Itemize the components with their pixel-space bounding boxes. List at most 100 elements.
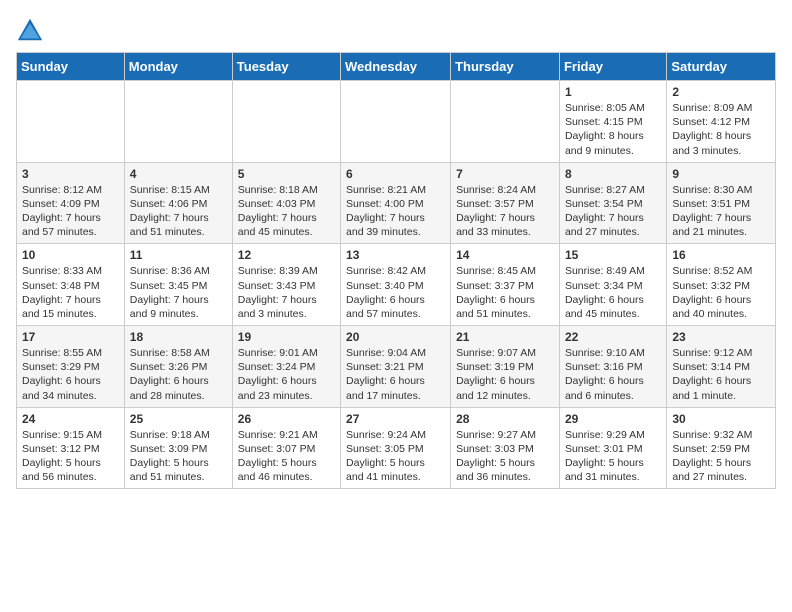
calendar-cell: 15Sunrise: 8:49 AM Sunset: 3:34 PM Dayli… [559, 244, 666, 326]
day-number: 21 [456, 330, 554, 344]
calendar-cell: 21 Sunrise: 9:07 AM Sunset: 3:19 PM Dayli… [451, 326, 560, 408]
calendar-cell: 7 Sunrise: 8:24 AM Sunset: 3:57 PM Daylig… [451, 162, 560, 244]
day-number: 9 [672, 167, 770, 181]
day-info: Sunrise: 8:55 AM Sunset: 3:29 PM Dayligh… [22, 346, 119, 403]
calendar-cell: 25Sunrise: 9:18 AM Sunset: 3:09 PM Dayli… [124, 407, 232, 489]
weekday-header-sunday: Sunday [17, 53, 125, 81]
day-info: Sunrise: 8:24 AM Sunset: 3:57 PM Dayligh… [456, 183, 554, 240]
day-info: Sunrise: 9:21 AM Sunset: 3:07 PM Dayligh… [238, 428, 335, 485]
calendar-cell [232, 81, 340, 163]
calendar-cell [451, 81, 560, 163]
calendar-cell: 23 Sunrise: 9:12 AM Sunset: 3:14 PM Dayli… [667, 326, 776, 408]
day-info: Sunrise: 8:18 AM Sunset: 4:03 PM Dayligh… [238, 183, 335, 240]
day-number: 28 [456, 412, 554, 426]
day-info: Sunrise: 8:27 AM Sunset: 3:54 PM Dayligh… [565, 183, 661, 240]
day-info: Sunrise: 8:33 AM Sunset: 3:48 PM Dayligh… [22, 264, 119, 321]
calendar-cell: 18 Sunrise: 8:58 AM Sunset: 3:26 PM Dayli… [124, 326, 232, 408]
day-info: Sunrise: 9:04 AM Sunset: 3:21 PM Dayligh… [346, 346, 445, 403]
calendar-cell [124, 81, 232, 163]
day-number: 4 [130, 167, 227, 181]
calendar-header-row: SundayMondayTuesdayWednesdayThursdayFrid… [17, 53, 776, 81]
calendar-cell: 3 Sunrise: 8:12 AM Sunset: 4:09 PM Daylig… [17, 162, 125, 244]
calendar-cell: 28Sunrise: 9:27 AM Sunset: 3:03 PM Dayli… [451, 407, 560, 489]
day-number: 20 [346, 330, 445, 344]
day-number: 10 [22, 248, 119, 262]
page-header [16, 16, 776, 44]
day-info: Sunrise: 9:29 AM Sunset: 3:01 PM Dayligh… [565, 428, 661, 485]
logo [16, 16, 48, 44]
day-info: Sunrise: 8:52 AM Sunset: 3:32 PM Dayligh… [672, 264, 770, 321]
day-info: Sunrise: 9:24 AM Sunset: 3:05 PM Dayligh… [346, 428, 445, 485]
day-info: Sunrise: 8:58 AM Sunset: 3:26 PM Dayligh… [130, 346, 227, 403]
day-info: Sunrise: 9:12 AM Sunset: 3:14 PM Dayligh… [672, 346, 770, 403]
day-info: Sunrise: 8:39 AM Sunset: 3:43 PM Dayligh… [238, 264, 335, 321]
calendar-cell: 2 Sunrise: 8:09 AM Sunset: 4:12 PM Daylig… [667, 81, 776, 163]
calendar-week-row: 3 Sunrise: 8:12 AM Sunset: 4:09 PM Daylig… [17, 162, 776, 244]
calendar-table: SundayMondayTuesdayWednesdayThursdayFrid… [16, 52, 776, 489]
day-number: 16 [672, 248, 770, 262]
calendar-week-row: 1 Sunrise: 8:05 AM Sunset: 4:15 PM Daylig… [17, 81, 776, 163]
day-number: 12 [238, 248, 335, 262]
day-number: 11 [130, 248, 227, 262]
day-number: 14 [456, 248, 554, 262]
calendar-cell: 12 Sunrise: 8:39 AM Sunset: 3:43 PM Dayli… [232, 244, 340, 326]
day-info: Sunrise: 8:36 AM Sunset: 3:45 PM Dayligh… [130, 264, 227, 321]
calendar-cell: 20 Sunrise: 9:04 AM Sunset: 3:21 PM Dayli… [341, 326, 451, 408]
calendar-week-row: 17 Sunrise: 8:55 AM Sunset: 3:29 PM Dayli… [17, 326, 776, 408]
day-info: Sunrise: 8:49 AM Sunset: 3:34 PM Dayligh… [565, 264, 661, 321]
calendar-cell: 30Sunrise: 9:32 AM Sunset: 2:59 PM Dayli… [667, 407, 776, 489]
day-number: 3 [22, 167, 119, 181]
day-number: 8 [565, 167, 661, 181]
calendar-cell: 10 Sunrise: 8:33 AM Sunset: 3:48 PM Dayli… [17, 244, 125, 326]
day-number: 29 [565, 412, 661, 426]
calendar-cell: 8 Sunrise: 8:27 AM Sunset: 3:54 PM Daylig… [559, 162, 666, 244]
day-info: Sunrise: 8:05 AM Sunset: 4:15 PM Dayligh… [565, 101, 661, 158]
calendar-cell: 5 Sunrise: 8:18 AM Sunset: 4:03 PM Daylig… [232, 162, 340, 244]
day-info: Sunrise: 8:45 AM Sunset: 3:37 PM Dayligh… [456, 264, 554, 321]
day-info: Sunrise: 8:15 AM Sunset: 4:06 PM Dayligh… [130, 183, 227, 240]
calendar-cell: 4 Sunrise: 8:15 AM Sunset: 4:06 PM Daylig… [124, 162, 232, 244]
day-info: Sunrise: 8:30 AM Sunset: 3:51 PM Dayligh… [672, 183, 770, 240]
calendar-week-row: 24Sunrise: 9:15 AM Sunset: 3:12 PM Dayli… [17, 407, 776, 489]
calendar-cell: 14 Sunrise: 8:45 AM Sunset: 3:37 PM Dayli… [451, 244, 560, 326]
day-number: 26 [238, 412, 335, 426]
calendar-week-row: 10 Sunrise: 8:33 AM Sunset: 3:48 PM Dayli… [17, 244, 776, 326]
weekday-header-thursday: Thursday [451, 53, 560, 81]
calendar-cell: 11 Sunrise: 8:36 AM Sunset: 3:45 PM Dayli… [124, 244, 232, 326]
calendar-cell: 26 Sunrise: 9:21 AM Sunset: 3:07 PM Dayli… [232, 407, 340, 489]
day-number: 19 [238, 330, 335, 344]
day-number: 7 [456, 167, 554, 181]
day-info: Sunrise: 9:01 AM Sunset: 3:24 PM Dayligh… [238, 346, 335, 403]
day-number: 22 [565, 330, 661, 344]
day-number: 27 [346, 412, 445, 426]
calendar-cell: 24Sunrise: 9:15 AM Sunset: 3:12 PM Dayli… [17, 407, 125, 489]
weekday-header-monday: Monday [124, 53, 232, 81]
calendar-cell: 16 Sunrise: 8:52 AM Sunset: 3:32 PM Dayli… [667, 244, 776, 326]
day-number: 6 [346, 167, 445, 181]
day-info: Sunrise: 8:12 AM Sunset: 4:09 PM Dayligh… [22, 183, 119, 240]
calendar-cell: 22Sunrise: 9:10 AM Sunset: 3:16 PM Dayli… [559, 326, 666, 408]
day-number: 25 [130, 412, 227, 426]
day-number: 5 [238, 167, 335, 181]
calendar-cell [17, 81, 125, 163]
calendar-cell: 27 Sunrise: 9:24 AM Sunset: 3:05 PM Dayli… [341, 407, 451, 489]
calendar-cell: 19 Sunrise: 9:01 AM Sunset: 3:24 PM Dayli… [232, 326, 340, 408]
day-number: 23 [672, 330, 770, 344]
day-number: 1 [565, 85, 661, 99]
day-number: 18 [130, 330, 227, 344]
calendar-cell: 6 Sunrise: 8:21 AM Sunset: 4:00 PM Daylig… [341, 162, 451, 244]
day-info: Sunrise: 9:32 AM Sunset: 2:59 PM Dayligh… [672, 428, 770, 485]
calendar-cell: 29 Sunrise: 9:29 AM Sunset: 3:01 PM Dayli… [559, 407, 666, 489]
weekday-header-friday: Friday [559, 53, 666, 81]
day-info: Sunrise: 8:09 AM Sunset: 4:12 PM Dayligh… [672, 101, 770, 158]
day-info: Sunrise: 8:21 AM Sunset: 4:00 PM Dayligh… [346, 183, 445, 240]
day-info: Sunrise: 9:07 AM Sunset: 3:19 PM Dayligh… [456, 346, 554, 403]
calendar-cell [341, 81, 451, 163]
calendar-cell: 17 Sunrise: 8:55 AM Sunset: 3:29 PM Dayli… [17, 326, 125, 408]
calendar-cell: 13Sunrise: 8:42 AM Sunset: 3:40 PM Dayli… [341, 244, 451, 326]
calendar-cell: 1 Sunrise: 8:05 AM Sunset: 4:15 PM Daylig… [559, 81, 666, 163]
day-info: Sunrise: 8:42 AM Sunset: 3:40 PM Dayligh… [346, 264, 445, 321]
day-info: Sunrise: 9:15 AM Sunset: 3:12 PM Dayligh… [22, 428, 119, 485]
day-number: 2 [672, 85, 770, 99]
day-number: 17 [22, 330, 119, 344]
